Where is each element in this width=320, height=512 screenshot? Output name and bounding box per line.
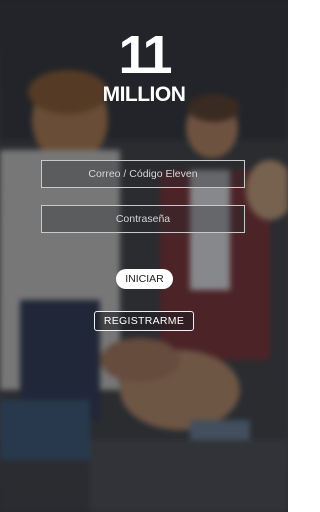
password-input[interactable] [41, 205, 245, 233]
login-button[interactable]: INICIAR [116, 269, 173, 289]
logo-11-million: 11 MILLION [96, 28, 192, 108]
logo-word: MILLION [102, 83, 186, 106]
register-button[interactable]: REGISTRARME [94, 311, 194, 331]
login-screen: 11 MILLION INICIAR REGISTRARME [0, 0, 288, 512]
email-input[interactable] [41, 160, 245, 188]
logo-number: 11 [118, 25, 172, 85]
